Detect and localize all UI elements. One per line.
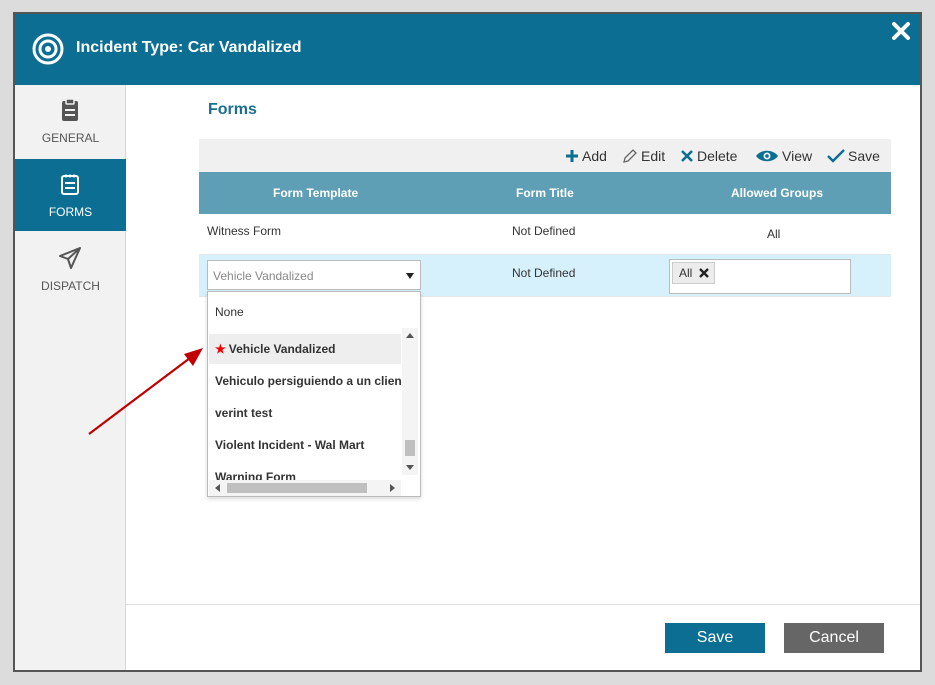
form-template-select-value: Vehicle Vandalized [213, 269, 314, 283]
form-template-dropdown: None ★ Vehicle Vandalized Vehiculo persig… [207, 291, 421, 497]
delete-button[interactable]: Delete [680, 146, 737, 166]
dialog-header: Incident Type: Car Vandalized [15, 14, 920, 85]
cell-form-template: Witness Form [207, 224, 282, 238]
sidebar-item-label: DISPATCH [41, 279, 100, 293]
group-tag: All [672, 262, 716, 284]
option-label: Vehiculo persiguiendo a un cliente [215, 374, 401, 388]
add-label: Add [582, 148, 607, 164]
star-icon: ★ [215, 342, 226, 356]
edit-button[interactable]: Edit [622, 146, 665, 166]
save-label: Save [848, 148, 880, 164]
toolbar-save-button[interactable]: Save [827, 146, 880, 166]
allowed-groups-input[interactable]: All [669, 259, 851, 294]
table-row[interactable]: Witness Form Not Defined All [199, 214, 891, 255]
option-label: verint test [215, 406, 273, 420]
sidebar-item-label: FORMS [48, 205, 93, 219]
sidebar-item-forms[interactable]: FORMS [15, 159, 126, 231]
scroll-thumb[interactable] [405, 440, 415, 456]
chevron-down-icon [406, 273, 414, 279]
scroll-up-icon[interactable] [406, 333, 414, 338]
option-label: Vehicle Vandalized [228, 342, 336, 356]
dropdown-option[interactable]: Violent Incident - Wal Mart [209, 430, 401, 460]
section-title: Forms [208, 101, 257, 118]
x-icon [681, 150, 693, 162]
dropdown-options-list: ★ Vehicle Vandalized Vehiculo persiguiend… [209, 332, 401, 480]
column-header-allowed-groups[interactable]: Allowed Groups [731, 186, 823, 200]
sidebar-item-label: GENERAL [41, 131, 100, 145]
scroll-left-icon[interactable] [215, 484, 220, 492]
cell-form-title: Not Defined [512, 266, 576, 280]
cancel-button[interactable]: Cancel [784, 623, 884, 653]
form-template-select[interactable]: Vehicle Vandalized [207, 260, 421, 290]
cell-allowed-groups: All [767, 227, 781, 241]
close-icon[interactable] [890, 20, 912, 42]
scroll-down-icon[interactable] [406, 465, 414, 470]
footer-divider [126, 604, 920, 605]
dropdown-option[interactable]: verint test [209, 398, 401, 428]
incident-type-dialog: Incident Type: Car Vandalized GENERAL FO… [13, 12, 922, 672]
cell-form-title: Not Defined [512, 224, 576, 238]
pencil-icon [623, 149, 637, 163]
dialog-title: Incident Type: Car Vandalized [76, 39, 302, 56]
view-label: View [782, 148, 813, 164]
scroll-right-icon[interactable] [390, 484, 395, 492]
sidebar-item-general[interactable]: GENERAL [15, 85, 126, 157]
edit-label: Edit [641, 148, 666, 164]
group-tag-label: All [679, 266, 693, 280]
dropdown-option[interactable]: ★ Vehicle Vandalized [209, 334, 401, 364]
checkmark-icon [827, 149, 845, 163]
dropdown-option[interactable]: Warning Form [209, 462, 401, 480]
plus-icon [566, 150, 578, 162]
option-label: Warning Form [215, 470, 296, 480]
delete-label: Delete [697, 148, 738, 164]
option-label: Violent Incident - Wal Mart [215, 438, 365, 452]
notepad-icon [61, 174, 79, 195]
sidebar-item-dispatch[interactable]: DISPATCH [15, 233, 126, 305]
scroll-thumb[interactable] [227, 483, 367, 493]
view-button[interactable]: View [755, 146, 812, 166]
annotation-arrow-icon [88, 348, 203, 435]
clipboard-icon [62, 98, 78, 121]
grid-toolbar: Add Edit Delete View Save [199, 139, 891, 172]
save-button[interactable]: Save [665, 623, 765, 653]
column-header-form-title[interactable]: Form Title [516, 186, 574, 200]
dropdown-option[interactable]: Vehiculo persiguiendo a un cliente [209, 366, 401, 396]
eye-icon [756, 150, 778, 162]
column-header-form-template[interactable]: Form Template [273, 186, 358, 200]
add-button[interactable]: Add [565, 146, 607, 166]
dropdown-option-none[interactable]: None [215, 305, 244, 319]
paper-plane-icon [59, 247, 81, 269]
target-icon [32, 33, 64, 65]
dropdown-vertical-scrollbar[interactable] [402, 328, 418, 475]
dropdown-horizontal-scrollbar[interactable] [209, 480, 401, 496]
grid-header: Form Template Form Title Allowed Groups [199, 172, 891, 214]
remove-tag-icon[interactable] [698, 267, 710, 279]
forms-grid: Form Template Form Title Allowed Groups … [199, 172, 891, 297]
